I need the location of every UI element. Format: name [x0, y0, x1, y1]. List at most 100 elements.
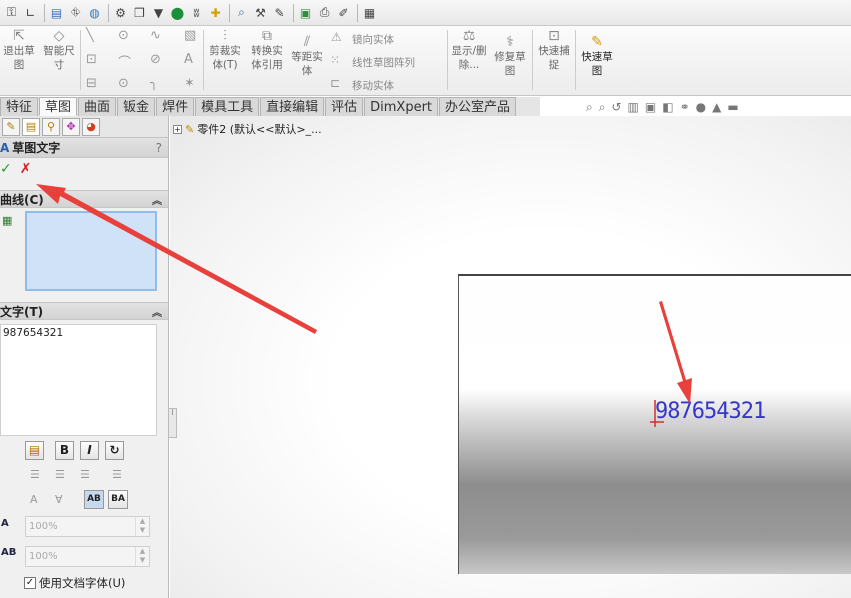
- config-manager-tab-icon[interactable]: ⚲: [42, 117, 60, 136]
- previous-view-icon[interactable]: ↺: [611, 100, 621, 115]
- tab-surfaces[interactable]: 曲面: [78, 97, 117, 116]
- grid-icon[interactable]: ▧: [184, 28, 196, 43]
- panel-resize-handle[interactable]: ⁝: [168, 408, 177, 438]
- display-style-icon[interactable]: ◧: [662, 100, 673, 115]
- tab-mold-tools[interactable]: 模具工具: [195, 97, 260, 116]
- quick-snaps-button[interactable]: ⊡ 快速捕捉: [536, 28, 572, 72]
- trim-entities-button[interactable]: ⫶ 剪裁实体(T): [205, 28, 245, 72]
- tab-features[interactable]: 特征: [0, 97, 39, 116]
- l-ruler-icon[interactable]: ∟: [22, 4, 39, 21]
- arc-icon[interactable]: ⌒: [118, 52, 131, 71]
- text-input[interactable]: 987654321: [0, 324, 157, 436]
- spin-arrows-icon[interactable]: ▲ ▼: [135, 547, 149, 566]
- gear-icon[interactable]: ⚙: [112, 4, 129, 21]
- plus-frame-icon[interactable]: ✚: [207, 4, 224, 21]
- hide-show-icon[interactable]: ⚭: [680, 100, 690, 115]
- globe-icon[interactable]: ◍: [86, 4, 103, 21]
- zoom-area-icon[interactable]: ⌕: [599, 100, 606, 115]
- slot-icon[interactable]: ⊟: [86, 76, 97, 91]
- polygon-icon[interactable]: ⊙: [118, 76, 129, 91]
- rotate-button-icon[interactable]: ↻: [105, 441, 124, 460]
- line-icon[interactable]: ╲: [86, 28, 94, 43]
- help-button[interactable]: ?: [156, 141, 162, 155]
- curves-group-header[interactable]: 曲线(C) ︽: [0, 190, 168, 208]
- rectangle-icon[interactable]: ⊡: [86, 52, 97, 67]
- edit-icon[interactable]: ✐: [335, 4, 352, 21]
- spacing-input[interactable]: 100% ▲ ▼: [25, 546, 150, 567]
- smart-dimension-button[interactable]: ◇ 智能尺寸: [40, 28, 78, 72]
- curves-selection-box[interactable]: [25, 211, 157, 291]
- spline-icon[interactable]: ∿: [150, 28, 161, 43]
- section-view-icon[interactable]: ▥: [628, 100, 639, 115]
- exit-sketch-button[interactable]: ⇱ 退出草图: [0, 28, 38, 72]
- fillet-icon[interactable]: ╮: [150, 76, 158, 91]
- tab-sheet-metal[interactable]: 钣金: [117, 97, 156, 116]
- network-icon[interactable]: ⛗: [67, 4, 84, 21]
- expand-icon[interactable]: +: [173, 124, 182, 134]
- document-icon[interactable]: ▦: [361, 4, 378, 21]
- move-entities-label[interactable]: 移动实体: [352, 78, 394, 93]
- measure-icon[interactable]: ʬ: [188, 4, 205, 21]
- text-tool-icon[interactable]: A: [184, 52, 193, 67]
- display-delete-relations-button[interactable]: ⚖ 显示/删除...: [451, 28, 487, 72]
- chevron-up-icon[interactable]: ︽: [152, 304, 162, 319]
- key-icon[interactable]: ⚿: [3, 4, 20, 21]
- monitor-icon[interactable]: ▤: [48, 4, 65, 21]
- cube-icon[interactable]: ❒: [131, 4, 148, 21]
- flip-horizontal-icon[interactable]: ∀: [55, 493, 63, 506]
- use-document-font-checkbox[interactable]: ✓ 使用文档字体(U): [24, 575, 125, 591]
- printer-icon[interactable]: ⎙: [316, 4, 333, 21]
- cancel-x-icon[interactable]: ✗: [20, 161, 32, 177]
- spin-arrows-icon[interactable]: ▲ ▼: [135, 517, 149, 536]
- ab-upright-button-icon[interactable]: AB: [84, 490, 104, 509]
- align-center-icon[interactable]: ☰: [55, 468, 65, 481]
- tab-weldments[interactable]: 焊件: [156, 97, 195, 116]
- view-orientation-icon[interactable]: ▣: [645, 100, 656, 115]
- tab-sketch[interactable]: 草图: [39, 97, 78, 116]
- checkbox-checked-icon[interactable]: ✓: [24, 577, 36, 589]
- chevron-up-icon[interactable]: ︽: [152, 192, 162, 207]
- display-manager-tab-icon[interactable]: ◕: [82, 117, 100, 136]
- convert-entities-button[interactable]: ⧉ 转换实体引用: [247, 28, 287, 72]
- zoom-to-fit-icon[interactable]: ⌕: [586, 100, 593, 115]
- link-to-property-icon[interactable]: ▤: [25, 441, 44, 460]
- circle-icon[interactable]: ⊙: [118, 28, 129, 43]
- feature-tree-flyout[interactable]: + ✎ 零件2 (默认<<默认>_...: [173, 121, 322, 137]
- repair-sketch-button[interactable]: ⚕ 修复草图: [491, 34, 529, 78]
- location-icon[interactable]: ⬤: [169, 4, 186, 21]
- mirror-entities-label[interactable]: 镜向实体: [352, 32, 394, 47]
- linear-pattern-label[interactable]: 线性草图阵列: [352, 55, 415, 70]
- search-icon[interactable]: ⌕: [233, 4, 250, 21]
- tab-office-products[interactable]: 办公室产品: [439, 97, 517, 116]
- bold-button[interactable]: B: [55, 441, 74, 460]
- move-icon[interactable]: ⊏: [330, 76, 340, 90]
- export-icon[interactable]: ▣: [297, 4, 314, 21]
- property-manager-tab-icon[interactable]: ▤: [22, 117, 40, 136]
- ellipse-icon[interactable]: ⊘: [150, 52, 161, 67]
- tab-evaluate[interactable]: 评估: [325, 97, 364, 116]
- ok-check-icon[interactable]: ✓: [0, 161, 12, 177]
- display-settings-icon[interactable]: ▬: [727, 100, 738, 115]
- scene-icon[interactable]: ▲: [712, 100, 721, 115]
- pattern-icon[interactable]: ⁙: [330, 53, 340, 67]
- align-right-icon[interactable]: ☰: [80, 468, 90, 481]
- sketch-text-on-model[interactable]: 987654321: [655, 399, 766, 424]
- mirror-icon[interactable]: ⚠: [331, 30, 342, 44]
- point-icon[interactable]: ✶: [184, 76, 195, 91]
- dimxpert-tab-icon[interactable]: ✥: [62, 117, 80, 136]
- pencil-icon[interactable]: ✎: [271, 4, 288, 21]
- justify-icon[interactable]: ☰: [112, 468, 122, 481]
- feature-tree-tab-icon[interactable]: ✎: [2, 117, 20, 136]
- offset-entities-button[interactable]: ⫽ 等距实体: [289, 34, 325, 78]
- tab-dimxpert[interactable]: DimXpert: [364, 97, 439, 116]
- ab-reverse-button-icon[interactable]: BA: [108, 490, 128, 509]
- italic-button[interactable]: I: [80, 441, 99, 460]
- appearance-icon[interactable]: ●: [696, 100, 706, 115]
- hat-icon[interactable]: ▼: [150, 4, 167, 21]
- tool-icon[interactable]: ⚒: [252, 4, 269, 21]
- width-factor-input[interactable]: 100% ▲ ▼: [25, 516, 150, 537]
- align-left-icon[interactable]: ☰: [30, 468, 40, 481]
- rapid-sketch-button[interactable]: ✎ 快速草图: [578, 34, 616, 78]
- flip-vertical-icon[interactable]: A: [30, 493, 38, 506]
- tab-direct-editing[interactable]: 直接编辑: [260, 97, 325, 116]
